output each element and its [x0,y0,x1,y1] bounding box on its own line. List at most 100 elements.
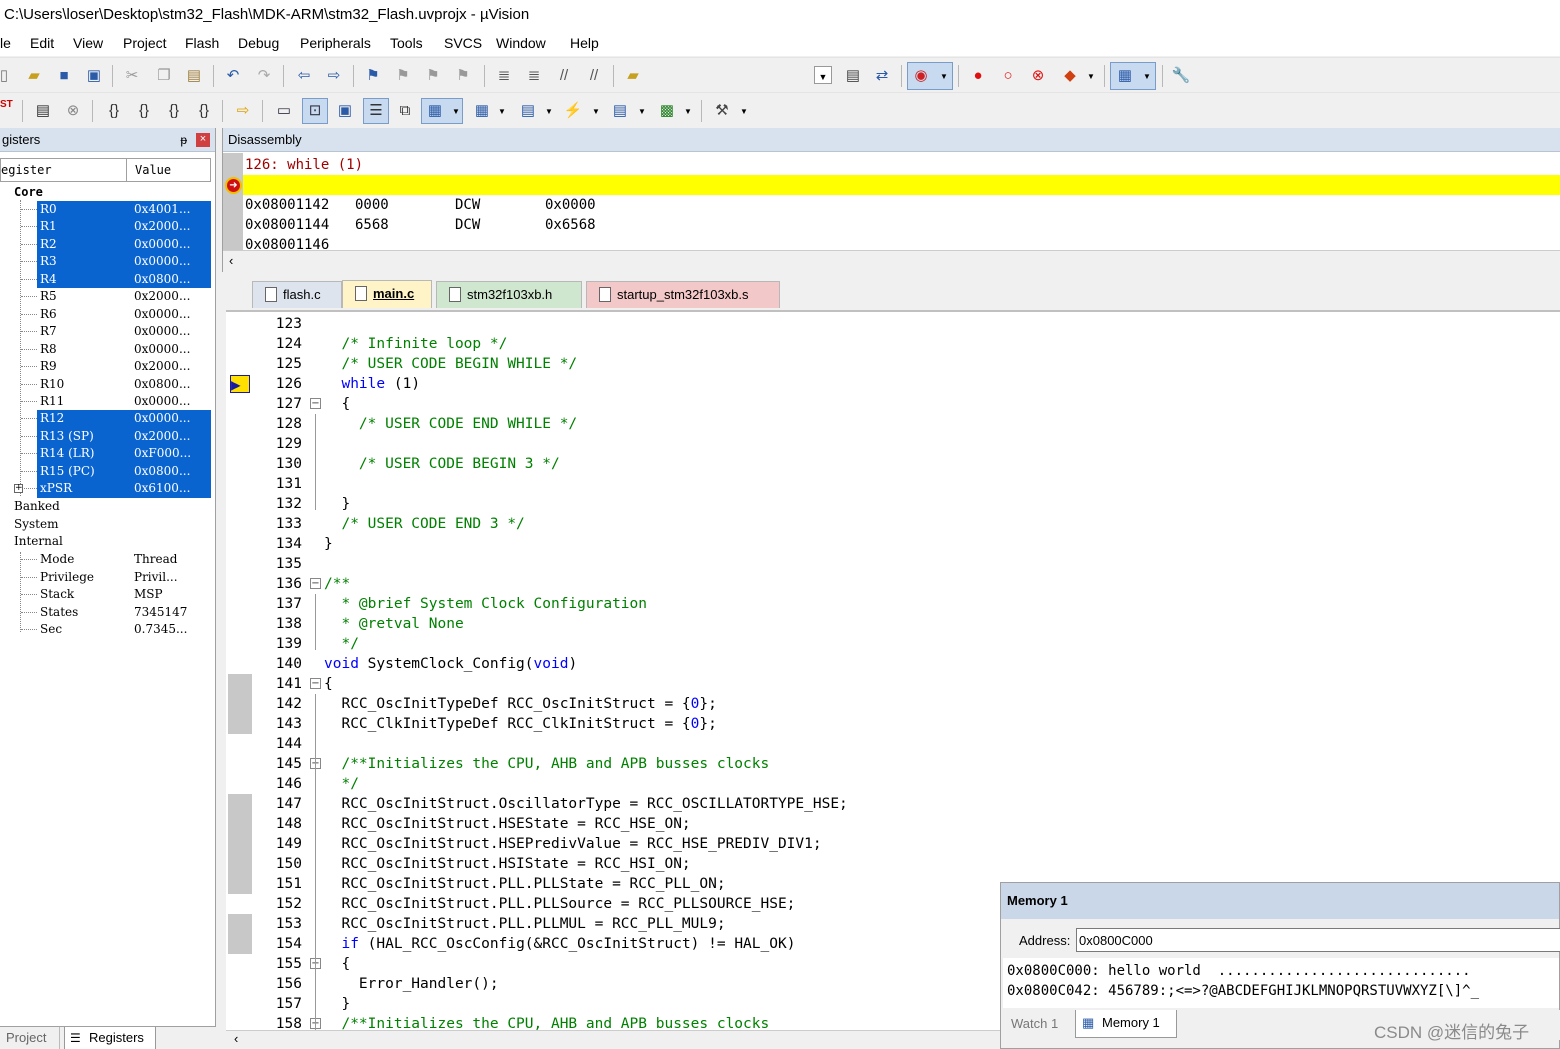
register-value[interactable]: 0x0000... [134,236,190,253]
code-line[interactable]: 146 */ [226,774,1560,794]
comment-icon[interactable]: // [554,66,574,86]
memory-window-icon[interactable]: ▦ [472,101,492,121]
search-doc-icon[interactable]: ▤ [843,66,863,86]
code-line[interactable]: 125 /* USER CODE BEGIN WHILE */ [226,354,1560,374]
menu-debug[interactable]: Debug [238,30,279,56]
scroll-left-icon[interactable]: ‹ [229,253,233,268]
tree-node-banked[interactable]: Banked [0,498,211,516]
tab-flash-c[interactable]: flash.c [252,281,342,308]
register-row[interactable]: R10 0x0800... [0,376,211,394]
unindent-icon[interactable]: ≣ [524,66,544,86]
code-line[interactable]: 127− { [226,394,1560,414]
menu-edit[interactable]: Edit [30,30,54,56]
chevron-down-icon[interactable]: ▼ [592,107,600,116]
menu-project[interactable]: Project [123,30,167,56]
menu-flash[interactable]: Flash [185,30,219,56]
code-line[interactable]: 143 RCC_ClkInitTypeDef RCC_ClkInitStruct… [226,714,1560,734]
code-line[interactable]: 147 RCC_OscInitStruct.OscillatorType = R… [226,794,1560,814]
chevron-down-icon[interactable]: ▼ [498,107,506,116]
menu-svcs[interactable]: SVCS [444,30,482,56]
menu-window[interactable]: Window [496,30,546,56]
register-value[interactable]: 0x0000... [134,323,190,340]
run-icon[interactable]: ▤ [33,101,53,121]
memory-content[interactable]: 0x0800C000: hello world ................… [1003,958,1559,1008]
register-value[interactable]: 0x0800... [134,376,190,393]
code-line[interactable]: 130 /* USER CODE BEGIN 3 */ [226,454,1560,474]
indent-icon[interactable]: ≣ [494,66,514,86]
breakpoint-manager-icon[interactable]: ◆ [1060,66,1080,86]
column-value[interactable]: Value [135,159,171,181]
register-value[interactable]: 0x0000... [134,410,190,427]
save-all-icon[interactable]: ▣ [84,66,104,86]
bookmark-clear-icon[interactable]: ⚑ [453,66,473,86]
paste-icon[interactable]: ▤ [184,66,204,86]
replace-icon[interactable]: ⇄ [872,66,892,86]
register-row[interactable]: R8 0x0000... [0,341,211,359]
breakpoint-disable-icon[interactable]: ○ [998,66,1018,86]
toolbox-icon[interactable]: ⚒ [712,101,732,121]
fold-toggle-icon[interactable]: − [310,398,321,409]
code-line[interactable]: 133 /* USER CODE END 3 */ [226,514,1560,534]
save-icon[interactable]: ■ [54,66,74,86]
code-line[interactable]: 142 RCC_OscInitTypeDef RCC_OscInitStruct… [226,694,1560,714]
bookmark-next-icon[interactable]: ⚑ [423,66,443,86]
forward-icon[interactable]: ⇨ [324,66,344,86]
code-line[interactable]: ▶ 126 while (1) [226,374,1560,394]
register-row[interactable]: R11 0x0000... [0,393,211,411]
internal-row[interactable]: Stack MSP [0,586,211,604]
new-file-icon[interactable]: ▯ [0,66,14,86]
register-row[interactable]: R6 0x0000... [0,306,211,324]
serial-window-icon[interactable]: ▤ [518,101,538,121]
internal-row[interactable]: Mode Thread [0,551,211,569]
tab-stm32f103xb-h[interactable]: stm32f103xb.h [436,281,582,308]
register-row[interactable]: R5 0x2000... [0,288,211,306]
tree-node-core[interactable]: Core [0,184,211,202]
register-value[interactable]: 0x0000... [134,393,190,410]
register-row[interactable]: R0 0x4001... [0,201,211,219]
code-line[interactable]: 135 [226,554,1560,574]
menu-help[interactable]: Help [570,30,599,56]
configure-icon[interactable]: 🔧 [1171,66,1191,86]
show-next-statement-icon[interactable]: ⇨ [233,101,253,121]
back-icon[interactable]: ⇦ [294,66,314,86]
code-line[interactable]: 148 RCC_OscInitStruct.HSEState = RCC_HSE… [226,814,1560,834]
internal-row[interactable]: States 7345147 [0,604,211,622]
expand-icon[interactable]: + [14,484,23,494]
code-line[interactable]: 149 RCC_OscInitStruct.HSEPredivValue = R… [226,834,1560,854]
open-folder-icon[interactable]: ▰ [24,66,44,86]
stop-icon[interactable]: ⊗ [63,101,83,121]
register-value[interactable]: 0x2000... [134,428,190,445]
register-value[interactable]: 0xF000... [134,445,191,462]
fold-toggle-icon[interactable]: − [310,678,321,689]
close-icon[interactable]: × [196,133,210,147]
tab-main-c[interactable]: main.c [342,280,432,308]
register-row[interactable]: R9 0x2000... [0,358,211,376]
redo-icon[interactable]: ↷ [254,66,274,86]
code-line[interactable]: 129 [226,434,1560,454]
chevron-down-icon[interactable]: ▼ [545,107,553,116]
code-line[interactable]: 137 * @brief System Clock Configuration [226,594,1560,614]
registers-window-icon[interactable]: ☰ [366,101,386,121]
register-row[interactable]: R7 0x0000... [0,323,211,341]
code-line[interactable]: 124 /* Infinite loop */ [226,334,1560,354]
disassembly-row[interactable]: 0x080011466C6CDCW0x6C6C [245,235,329,249]
register-value[interactable]: 0x0000... [134,341,190,358]
code-line[interactable]: 141−{ [226,674,1560,694]
menu-tools[interactable]: Tools [390,30,423,56]
register-row[interactable]: R2 0x0000... [0,235,211,254]
cut-icon[interactable]: ✂ [122,66,142,86]
register-value[interactable]: 0x4001... [134,201,190,218]
editor-hscrollbar[interactable]: ‹ [226,1030,1000,1049]
register-value[interactable]: 0x0800... [134,463,190,480]
register-value[interactable]: 0x6100... [134,480,190,497]
menu-peripherals[interactable]: Peripherals [300,30,371,56]
tab-registers[interactable]: ☰ Registers [64,1027,156,1049]
register-row[interactable]: R13 (SP) 0x2000... [0,427,211,446]
code-line[interactable]: 139 */ [226,634,1560,654]
step-out-icon[interactable]: {} [164,101,184,121]
tree-node-system[interactable]: System [0,516,211,534]
reset-icon[interactable]: ST [0,99,13,110]
register-row[interactable]: R12 0x0000... [0,410,211,428]
tab-watch1[interactable]: Watch 1 [1011,1016,1058,1031]
step-over-icon[interactable]: {} [134,101,154,121]
